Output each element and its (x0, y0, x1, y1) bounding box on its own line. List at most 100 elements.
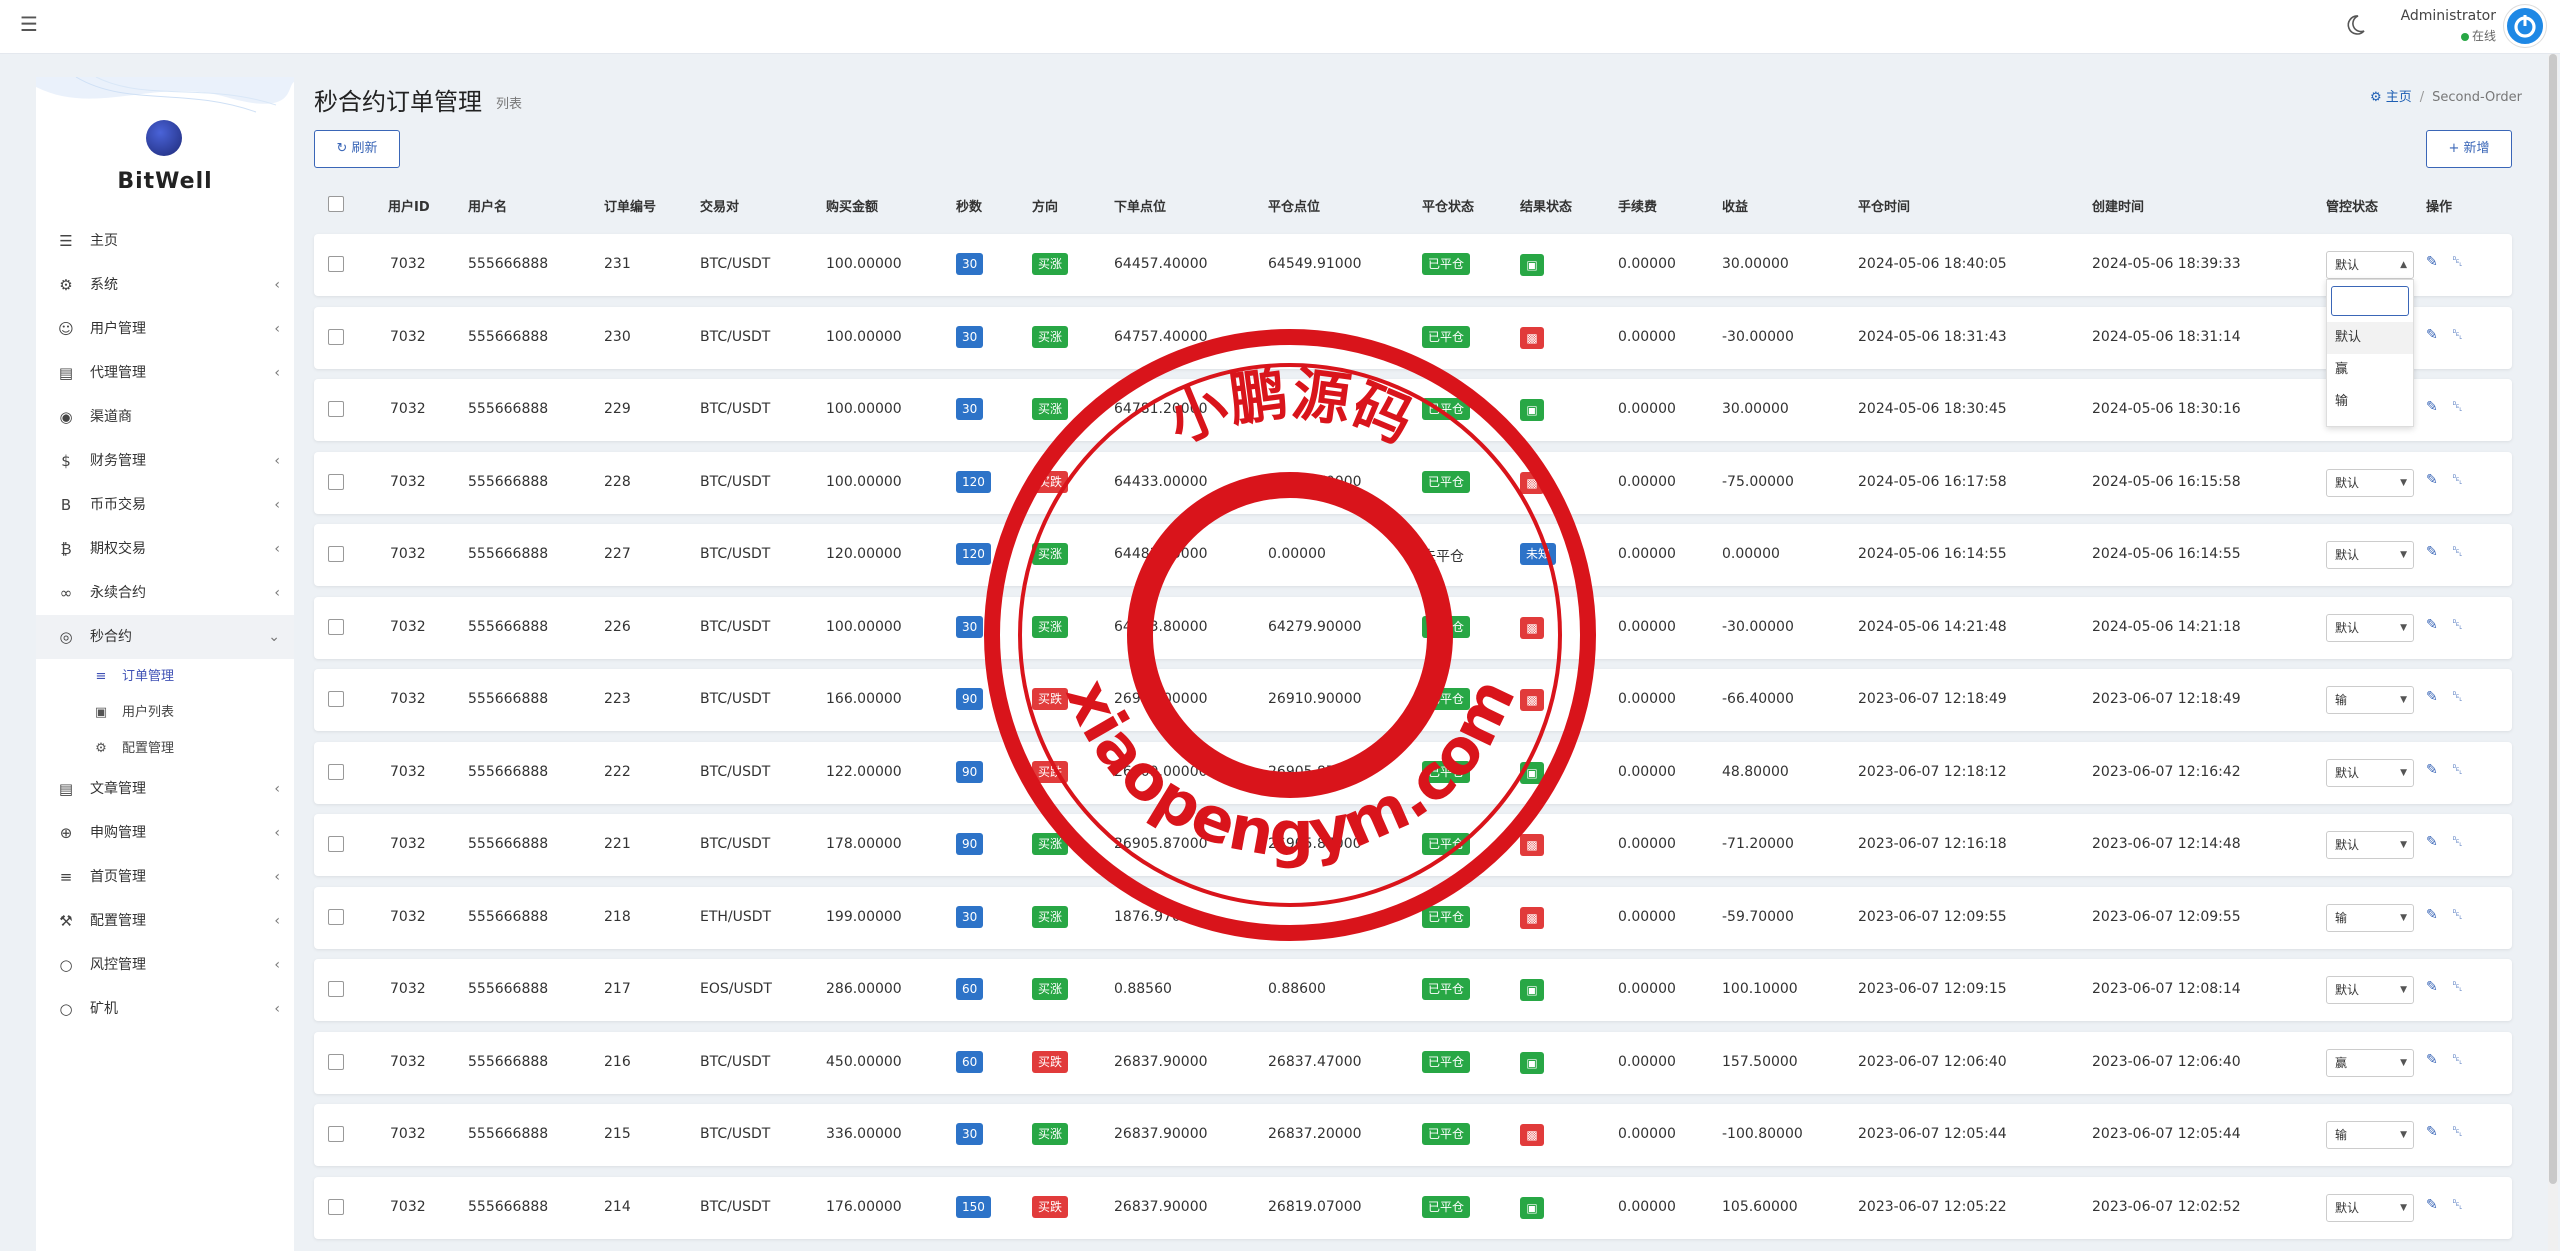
fee: 0.00000 (1618, 474, 1676, 490)
row-checkbox[interactable] (328, 619, 344, 635)
control-status-select[interactable]: 默认 ▼ (2326, 1194, 2414, 1222)
sidebar-item[interactable]: ⚙ 系统 ‹ (36, 263, 294, 307)
sidebar-subitem[interactable]: ≡ 订单管理 (36, 659, 294, 695)
edit-icon[interactable]: ✎ (2426, 1197, 2438, 1213)
profit: 100.10000 (1722, 981, 1798, 997)
control-status-select[interactable]: 输 ▼ (2326, 1121, 2414, 1149)
breadcrumb-home[interactable]: ⚙ 主页 (2370, 90, 2412, 105)
dropdown-option[interactable]: 赢 (2327, 354, 2413, 386)
trash-icon[interactable]: ␡ (2452, 327, 2463, 343)
sidebar-item[interactable]: ≡ 首页管理 ‹ (36, 855, 294, 899)
trash-icon[interactable]: ␡ (2452, 834, 2463, 850)
page-scrollbar[interactable] (2548, 54, 2558, 1251)
sidebar-item[interactable]: ○ 矿机 ‹ (36, 987, 294, 1031)
sidebar-item[interactable]: ☺ 用户管理 ‹ (36, 307, 294, 351)
edit-icon[interactable]: ✎ (2426, 544, 2438, 560)
sidebar-item[interactable]: ☰ 主页 (36, 219, 294, 263)
row-checkbox[interactable] (328, 1126, 344, 1142)
sidebar-item[interactable]: ▤ 代理管理 ‹ (36, 351, 294, 395)
trash-icon[interactable]: ␡ (2452, 907, 2463, 923)
dark-mode-moon-icon[interactable] (2343, 13, 2367, 37)
trash-icon[interactable]: ␡ (2452, 254, 2463, 270)
edit-icon[interactable]: ✎ (2426, 979, 2438, 995)
trash-icon[interactable]: ␡ (2452, 617, 2463, 633)
control-status-select[interactable]: 默认 ▲ (2326, 251, 2414, 279)
edit-icon[interactable]: ✎ (2426, 834, 2438, 850)
control-status-select[interactable]: 默认 ▼ (2326, 469, 2414, 497)
row-checkbox[interactable] (328, 1054, 344, 1070)
fee: 0.00000 (1618, 401, 1676, 417)
row-checkbox[interactable] (328, 909, 344, 925)
avatar[interactable] (2504, 5, 2546, 47)
row-checkbox[interactable] (328, 836, 344, 852)
edit-icon[interactable]: ✎ (2426, 617, 2438, 633)
column-header: 收益 (1722, 200, 1749, 215)
edit-icon[interactable]: ✎ (2426, 327, 2438, 343)
control-status-select[interactable]: 默认 ▼ (2326, 831, 2414, 859)
sidebar-item[interactable]: B 币币交易 ‹ (36, 483, 294, 527)
dropdown-option[interactable]: 输 (2327, 386, 2413, 418)
dropdown-search-input[interactable] (2331, 286, 2409, 316)
row-checkbox[interactable] (328, 329, 344, 345)
sidebar-item[interactable]: ▤ 文章管理 ‹ (36, 767, 294, 811)
row-checkbox[interactable] (328, 691, 344, 707)
trash-icon[interactable]: ␡ (2452, 979, 2463, 995)
sidebar-item[interactable]: ◉ 渠道商 (36, 395, 294, 439)
user-id: 7032 (390, 1199, 426, 1215)
row-checkbox[interactable] (328, 546, 344, 562)
sidebar-subitem[interactable]: ⚙ 配置管理 (36, 731, 294, 767)
edit-icon[interactable]: ✎ (2426, 762, 2438, 778)
add-button[interactable]: + 新增 (2426, 130, 2512, 168)
hamburger-menu-icon[interactable]: ☰ (20, 14, 38, 34)
edit-icon[interactable]: ✎ (2426, 1124, 2438, 1140)
control-status-select[interactable]: 赢 ▼ (2326, 1049, 2414, 1077)
edit-icon[interactable]: ✎ (2426, 472, 2438, 488)
row-checkbox[interactable] (328, 256, 344, 272)
sidebar-subitem[interactable]: ▣ 用户列表 (36, 695, 294, 731)
control-status-select[interactable]: 输 ▼ (2326, 904, 2414, 932)
create-time: 2023-06-07 12:06:40 (2092, 1054, 2241, 1070)
control-status-select[interactable]: 输 ▼ (2326, 686, 2414, 714)
open-price: 26837.90000 (1114, 1126, 1208, 1142)
trash-icon[interactable]: ␡ (2452, 1052, 2463, 1068)
purchase-amount: 199.00000 (826, 909, 902, 925)
refresh-button[interactable]: ↻ 刷新 (314, 130, 400, 168)
trash-icon[interactable]: ␡ (2452, 544, 2463, 560)
user-info[interactable]: Administrator 在线 (2401, 8, 2496, 44)
trash-icon[interactable]: ␡ (2452, 472, 2463, 488)
control-status-select[interactable]: 默认 ▼ (2326, 614, 2414, 642)
row-checkbox[interactable] (328, 401, 344, 417)
trash-icon[interactable]: ␡ (2452, 1197, 2463, 1213)
edit-icon[interactable]: ✎ (2426, 1052, 2438, 1068)
user-id: 7032 (390, 1054, 426, 1070)
row-checkbox[interactable] (328, 981, 344, 997)
trash-icon[interactable]: ␡ (2452, 1124, 2463, 1140)
trash-icon[interactable]: ␡ (2452, 762, 2463, 778)
sidebar-item[interactable]: ◎ 秒合约 ⌄ (36, 615, 294, 659)
refresh-icon: ↻ (336, 141, 348, 156)
row-checkbox[interactable] (328, 764, 344, 780)
control-status-select[interactable]: 默认 ▼ (2326, 541, 2414, 569)
select-all-checkbox[interactable] (328, 196, 344, 212)
control-status-select[interactable]: 默认 ▼ (2326, 976, 2414, 1004)
sidebar-item[interactable]: ⚒ 配置管理 ‹ (36, 899, 294, 943)
edit-icon[interactable]: ✎ (2426, 254, 2438, 270)
edit-icon[interactable]: ✎ (2426, 907, 2438, 923)
edit-icon[interactable]: ✎ (2426, 689, 2438, 705)
row-checkbox[interactable] (328, 1199, 344, 1215)
sidebar-item[interactable]: ∞ 永续合约 ‹ (36, 571, 294, 615)
sidebar-item[interactable]: ⊕ 申购管理 ‹ (36, 811, 294, 855)
trash-icon[interactable]: ␡ (2452, 689, 2463, 705)
close-status-badge: 已平仓 (1422, 833, 1471, 855)
row-checkbox[interactable] (328, 474, 344, 490)
sidebar-item[interactable]: $ 财务管理 ‹ (36, 439, 294, 483)
seconds-badge: 30 (956, 326, 984, 348)
scrollbar-thumb[interactable] (2549, 54, 2557, 1184)
control-status-select[interactable]: 默认 ▼ (2326, 759, 2414, 787)
trash-icon[interactable]: ␡ (2452, 399, 2463, 415)
edit-icon[interactable]: ✎ (2426, 399, 2438, 415)
win-icon: ▣ (1520, 254, 1544, 276)
sidebar-item[interactable]: ○ 风控管理 ‹ (36, 943, 294, 987)
sidebar-item[interactable]: ₿ 期权交易 ‹ (36, 527, 294, 571)
dropdown-option[interactable]: 默认 (2327, 322, 2413, 354)
